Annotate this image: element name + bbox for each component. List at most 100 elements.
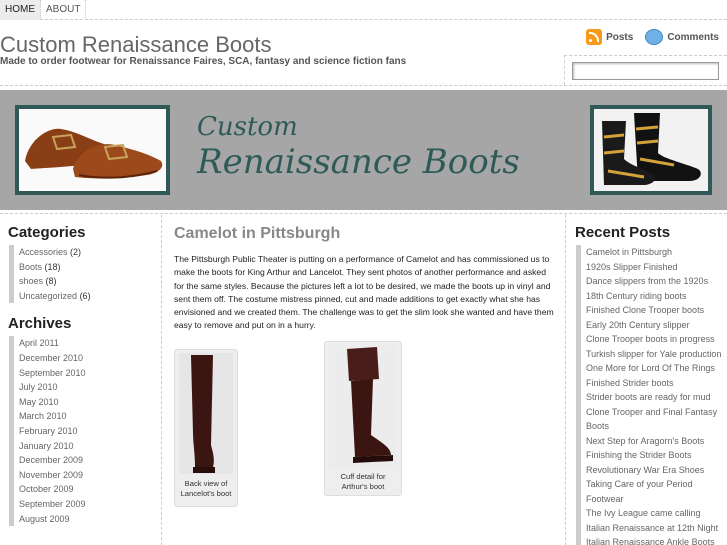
category-item: shoes (8): [9, 274, 161, 289]
post-image-lancelot[interactable]: Back view of Lancelot's boot: [174, 349, 238, 507]
recent-post-link[interactable]: Next Step for Aragorn's Boots: [586, 436, 704, 446]
archive-link[interactable]: September 2009: [19, 499, 86, 509]
recent-post-item: Early 20th Century slipper: [576, 317, 727, 332]
recent-post-item: Finished Clone Trooper boots: [576, 303, 727, 318]
categories-title: Categories: [8, 224, 86, 241]
category-item: Accessories (2): [9, 245, 161, 260]
archive-item: January 2010: [9, 438, 161, 454]
archive-item: May 2010: [9, 394, 161, 410]
recent-post-link[interactable]: Finished Clone Trooper boots: [586, 305, 704, 315]
banner-title-line2: Renaissance Boots: [197, 142, 520, 182]
archive-item: November 2009: [9, 467, 161, 483]
recent-posts-title: Recent Posts: [575, 224, 671, 241]
recent-post-link[interactable]: 1920s Slipper Finished: [586, 262, 678, 272]
recent-post-item: Clone Trooper boots in progress: [576, 332, 727, 347]
category-link[interactable]: Accessories: [19, 247, 68, 257]
recent-post-item: The Ivy League came calling: [576, 506, 727, 521]
gold-boots-image: [590, 105, 712, 195]
archive-item: August 2009: [9, 511, 161, 527]
archive-link[interactable]: December 2010: [19, 353, 83, 363]
top-nav: HOME ABOUT: [0, 0, 727, 20]
archive-link[interactable]: March 2010: [19, 411, 67, 421]
archive-link[interactable]: November 2009: [19, 470, 83, 480]
archives-title: Archives: [8, 315, 72, 333]
posts-feed-link[interactable]: Posts: [586, 29, 633, 45]
category-item: Boots (18): [9, 259, 161, 275]
category-count: (8): [45, 276, 57, 287]
recent-post-item: Next Step for Aragorn's Boots: [576, 433, 727, 448]
archive-link[interactable]: May 2010: [19, 397, 59, 407]
archive-link[interactable]: April 2011: [19, 338, 59, 348]
recent-post-link[interactable]: Italian Renaissance Ankle Boots: [586, 537, 715, 545]
search-input[interactable]: [572, 62, 719, 80]
recent-posts-list: Camelot in Pittsburgh 1920s Slipper Fini…: [575, 245, 727, 545]
nav-home-link[interactable]: HOME: [0, 0, 41, 20]
archive-link[interactable]: February 2010: [19, 426, 78, 436]
recent-post-link[interactable]: Dance slippers from the 1920s: [586, 276, 708, 286]
recent-post-item: Italian Renaissance at 12th Night: [576, 520, 727, 535]
archive-link[interactable]: December 2009: [19, 455, 83, 465]
recent-post-link[interactable]: Revolutionary War Era Shoes: [586, 465, 704, 475]
recent-post-item: Camelot in Pittsburgh: [576, 245, 727, 260]
archive-item: December 2010: [9, 350, 161, 366]
archives-list: April 2011 December 2010 September 2010 …: [8, 336, 161, 527]
recent-post-item: Finished Strider boots: [576, 375, 727, 390]
archive-link[interactable]: October 2009: [19, 484, 74, 494]
archive-link[interactable]: August 2009: [19, 514, 70, 524]
image-caption: Cuff detail for Arthur's boot: [340, 472, 386, 491]
recent-post-item: Turkish slipper for Yale production: [576, 346, 727, 361]
recent-post-link[interactable]: Strider boots are ready for mud: [586, 392, 711, 402]
recent-post-link[interactable]: Finishing the Strider Boots: [586, 450, 692, 460]
recent-post-link[interactable]: Italian Renaissance at 12th Night: [586, 523, 718, 533]
recent-post-link[interactable]: Turkish slipper for Yale production: [586, 349, 721, 359]
main-content: Camelot in Pittsburgh The Pittsburgh Pub…: [174, 215, 559, 507]
header-banner: Custom Renaissance Boots: [0, 90, 727, 210]
recent-post-item: Dance slippers from the 1920s: [576, 274, 727, 289]
left-sidebar: Categories Accessories (2) Boots (18) sh…: [0, 215, 162, 545]
archive-item: February 2010: [9, 423, 161, 439]
comments-feed-link[interactable]: Comments: [645, 29, 719, 45]
comments-feed-label: Comments: [667, 31, 719, 43]
recent-post-item: Strider boots are ready for mud: [576, 390, 727, 405]
recent-post-link[interactable]: One More for Lord Of The Rings: [586, 363, 715, 373]
recent-post-item: Revolutionary War Era Shoes: [576, 462, 727, 477]
archive-link[interactable]: January 2010: [19, 441, 74, 451]
recent-post-link[interactable]: Clone Trooper boots in progress: [586, 334, 715, 344]
archive-link[interactable]: September 2010: [19, 368, 86, 378]
recent-post-link[interactable]: Camelot in Pittsburgh: [586, 247, 672, 257]
category-link[interactable]: Uncategorized: [19, 291, 77, 301]
archive-item: September 2009: [9, 496, 161, 512]
category-link[interactable]: shoes: [19, 276, 43, 286]
recent-post-item: Finishing the Strider Boots: [576, 448, 727, 463]
recent-post-item: Clone Trooper and Final Fantasy Boots: [576, 404, 727, 434]
recent-post-link[interactable]: Finished Strider boots: [586, 378, 674, 388]
post-image-arthur[interactable]: Cuff detail for Arthur's boot: [324, 341, 402, 496]
search-area: [564, 55, 727, 85]
rss-icon: [586, 29, 603, 45]
recent-post-link[interactable]: 18th Century riding boots: [586, 291, 687, 301]
right-sidebar: Recent Posts Camelot in Pittsburgh 1920s…: [565, 215, 727, 545]
archive-item: March 2010: [9, 409, 161, 424]
comment-bubble-icon: [645, 29, 664, 45]
recent-post-link[interactable]: Early 20th Century slipper: [586, 320, 690, 330]
archive-link[interactable]: July 2010: [19, 382, 58, 392]
recent-post-link[interactable]: Taking Care of your Period Footwear: [586, 479, 693, 504]
nav-about-link[interactable]: ABOUT: [41, 0, 87, 20]
post-title[interactable]: Camelot in Pittsburgh: [174, 225, 559, 243]
recent-post-item: One More for Lord Of The Rings: [576, 361, 727, 376]
archive-item: July 2010: [9, 380, 161, 395]
category-link[interactable]: Boots: [19, 262, 42, 272]
archive-item: December 2009: [9, 453, 161, 468]
brown-shoes-image: [15, 105, 170, 195]
site-title[interactable]: Custom Renaissance Boots: [0, 32, 271, 58]
feed-links: Posts Comments: [586, 29, 719, 45]
site-tagline: Made to order footwear for Renaissance F…: [0, 56, 407, 67]
category-item: Uncategorized (6): [9, 288, 161, 304]
content-divider: [0, 213, 727, 214]
posts-feed-label: Posts: [606, 31, 634, 43]
recent-post-link[interactable]: The Ivy League came calling: [586, 508, 701, 518]
recent-post-link[interactable]: Clone Trooper and Final Fantasy Boots: [586, 407, 717, 432]
recent-post-item: Taking Care of your Period Footwear: [576, 477, 727, 506]
arthur-boot-photo: [329, 345, 397, 467]
category-count: (2): [70, 247, 82, 257]
